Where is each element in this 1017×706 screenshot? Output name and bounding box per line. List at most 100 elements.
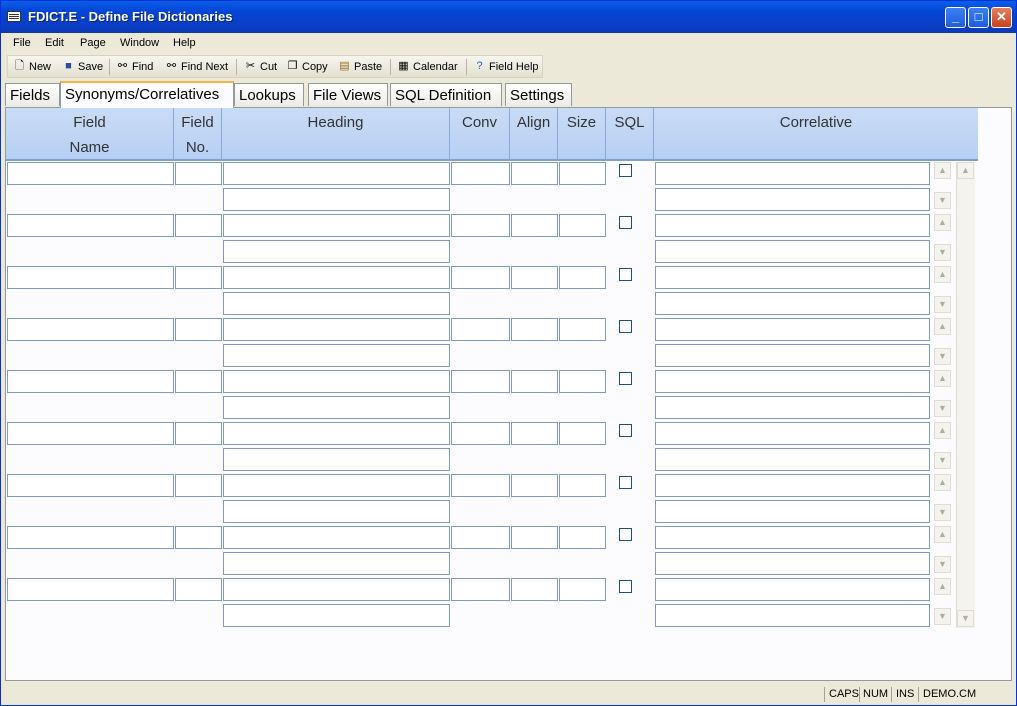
align-input[interactable] — [511, 578, 558, 601]
align-input[interactable] — [511, 318, 558, 341]
correlative-line1-input[interactable] — [655, 474, 930, 497]
paste-button[interactable]: ▤ Paste — [338, 60, 382, 73]
heading-line2-input[interactable] — [223, 396, 450, 419]
size-input[interactable] — [559, 474, 606, 497]
correlative-line1-input[interactable] — [655, 318, 930, 341]
sql-checkbox[interactable] — [619, 164, 632, 177]
scroll-down-icon[interactable]: ▼ — [957, 610, 974, 627]
align-input[interactable] — [511, 474, 558, 497]
menu-file[interactable]: File — [13, 37, 31, 49]
field-no-input[interactable] — [175, 578, 222, 601]
correlative-line1-input[interactable] — [655, 162, 930, 185]
scroll-up-icon[interactable]: ▲ — [957, 162, 974, 179]
align-input[interactable] — [511, 370, 558, 393]
find-button[interactable]: ⚯ Find — [116, 60, 154, 73]
sql-checkbox[interactable] — [619, 320, 632, 333]
heading-line1-input[interactable] — [223, 422, 450, 445]
sql-checkbox[interactable] — [619, 216, 632, 229]
menu-help[interactable]: Help — [173, 37, 196, 49]
heading-line2-input[interactable] — [223, 552, 450, 575]
size-input[interactable] — [559, 422, 606, 445]
sql-checkbox[interactable] — [619, 476, 632, 489]
correlative-line1-input[interactable] — [655, 214, 930, 237]
menu-edit[interactable]: Edit — [45, 37, 64, 49]
field-no-input[interactable] — [175, 266, 222, 289]
heading-line2-input[interactable] — [223, 188, 450, 211]
tab-fields[interactable]: Fields — [5, 83, 60, 106]
sql-checkbox[interactable] — [619, 528, 632, 541]
correlative-line1-input[interactable] — [655, 370, 930, 393]
size-input[interactable] — [559, 526, 606, 549]
field-no-input[interactable] — [175, 370, 222, 393]
field-name-input[interactable] — [7, 526, 174, 549]
field-help-button[interactable]: ? Field Help — [473, 60, 538, 73]
close-button[interactable]: ✕ — [991, 7, 1012, 28]
sql-checkbox[interactable] — [619, 372, 632, 385]
size-input[interactable] — [559, 214, 606, 237]
field-name-input[interactable] — [7, 162, 174, 185]
scroll-down-icon[interactable]: ▼ — [934, 400, 951, 417]
sql-checkbox[interactable] — [619, 424, 632, 437]
correlative-line1-input[interactable] — [655, 266, 930, 289]
correlative-line1-input[interactable] — [655, 526, 930, 549]
menu-page[interactable]: Page — [80, 37, 106, 49]
field-name-input[interactable] — [7, 422, 174, 445]
find-next-button[interactable]: ⚯ Find Next — [165, 60, 228, 73]
field-no-input[interactable] — [175, 318, 222, 341]
scroll-down-icon[interactable]: ▼ — [934, 244, 951, 261]
grid-vertical-scrollbar[interactable]: ▲ ▼ — [956, 162, 975, 628]
field-name-input[interactable] — [7, 266, 174, 289]
heading-line1-input[interactable] — [223, 214, 450, 237]
scroll-down-icon[interactable]: ▼ — [934, 504, 951, 521]
heading-line1-input[interactable] — [223, 370, 450, 393]
scroll-down-icon[interactable]: ▼ — [934, 556, 951, 573]
field-no-input[interactable] — [175, 214, 222, 237]
align-input[interactable] — [511, 526, 558, 549]
scroll-up-icon[interactable]: ▲ — [934, 266, 951, 283]
scroll-down-icon[interactable]: ▼ — [934, 348, 951, 365]
correlative-line2-input[interactable] — [655, 448, 930, 471]
heading-line1-input[interactable] — [223, 474, 450, 497]
minimize-button[interactable]: _ — [945, 7, 966, 28]
size-input[interactable] — [559, 370, 606, 393]
field-no-input[interactable] — [175, 526, 222, 549]
heading-line2-input[interactable] — [223, 604, 450, 627]
size-input[interactable] — [559, 266, 606, 289]
menu-window[interactable]: Window — [120, 37, 159, 49]
scroll-up-icon[interactable]: ▲ — [934, 578, 951, 595]
correlative-line2-input[interactable] — [655, 552, 930, 575]
scroll-up-icon[interactable]: ▲ — [934, 370, 951, 387]
scroll-up-icon[interactable]: ▲ — [934, 318, 951, 335]
field-no-input[interactable] — [175, 162, 222, 185]
title-bar[interactable]: FDICT.E - Define File Dictionaries _ □ ✕ — [1, 1, 1016, 33]
correlative-line2-input[interactable] — [655, 188, 930, 211]
conv-input[interactable] — [451, 214, 510, 237]
scroll-down-icon[interactable]: ▼ — [934, 296, 951, 313]
align-input[interactable] — [511, 422, 558, 445]
maximize-button[interactable]: □ — [968, 7, 989, 28]
copy-button[interactable]: ❐ Copy — [286, 60, 328, 73]
scroll-down-icon[interactable]: ▼ — [934, 608, 951, 625]
conv-input[interactable] — [451, 578, 510, 601]
conv-input[interactable] — [451, 162, 510, 185]
size-input[interactable] — [559, 162, 606, 185]
field-name-input[interactable] — [7, 370, 174, 393]
correlative-line1-input[interactable] — [655, 578, 930, 601]
scroll-up-icon[interactable]: ▲ — [934, 214, 951, 231]
correlative-line2-input[interactable] — [655, 604, 930, 627]
correlative-line2-input[interactable] — [655, 500, 930, 523]
correlative-line1-input[interactable] — [655, 422, 930, 445]
tab-lookups[interactable]: Lookups — [234, 83, 304, 106]
heading-line2-input[interactable] — [223, 344, 450, 367]
field-no-input[interactable] — [175, 422, 222, 445]
heading-line2-input[interactable] — [223, 240, 450, 263]
align-input[interactable] — [511, 214, 558, 237]
tab-sql-definition[interactable]: SQL Definition — [390, 83, 502, 106]
heading-line1-input[interactable] — [223, 266, 450, 289]
heading-line1-input[interactable] — [223, 526, 450, 549]
calendar-button[interactable]: ▦ Calendar — [397, 60, 457, 73]
heading-line2-input[interactable] — [223, 448, 450, 471]
scroll-down-icon[interactable]: ▼ — [934, 452, 951, 469]
conv-input[interactable] — [451, 370, 510, 393]
align-input[interactable] — [511, 162, 558, 185]
